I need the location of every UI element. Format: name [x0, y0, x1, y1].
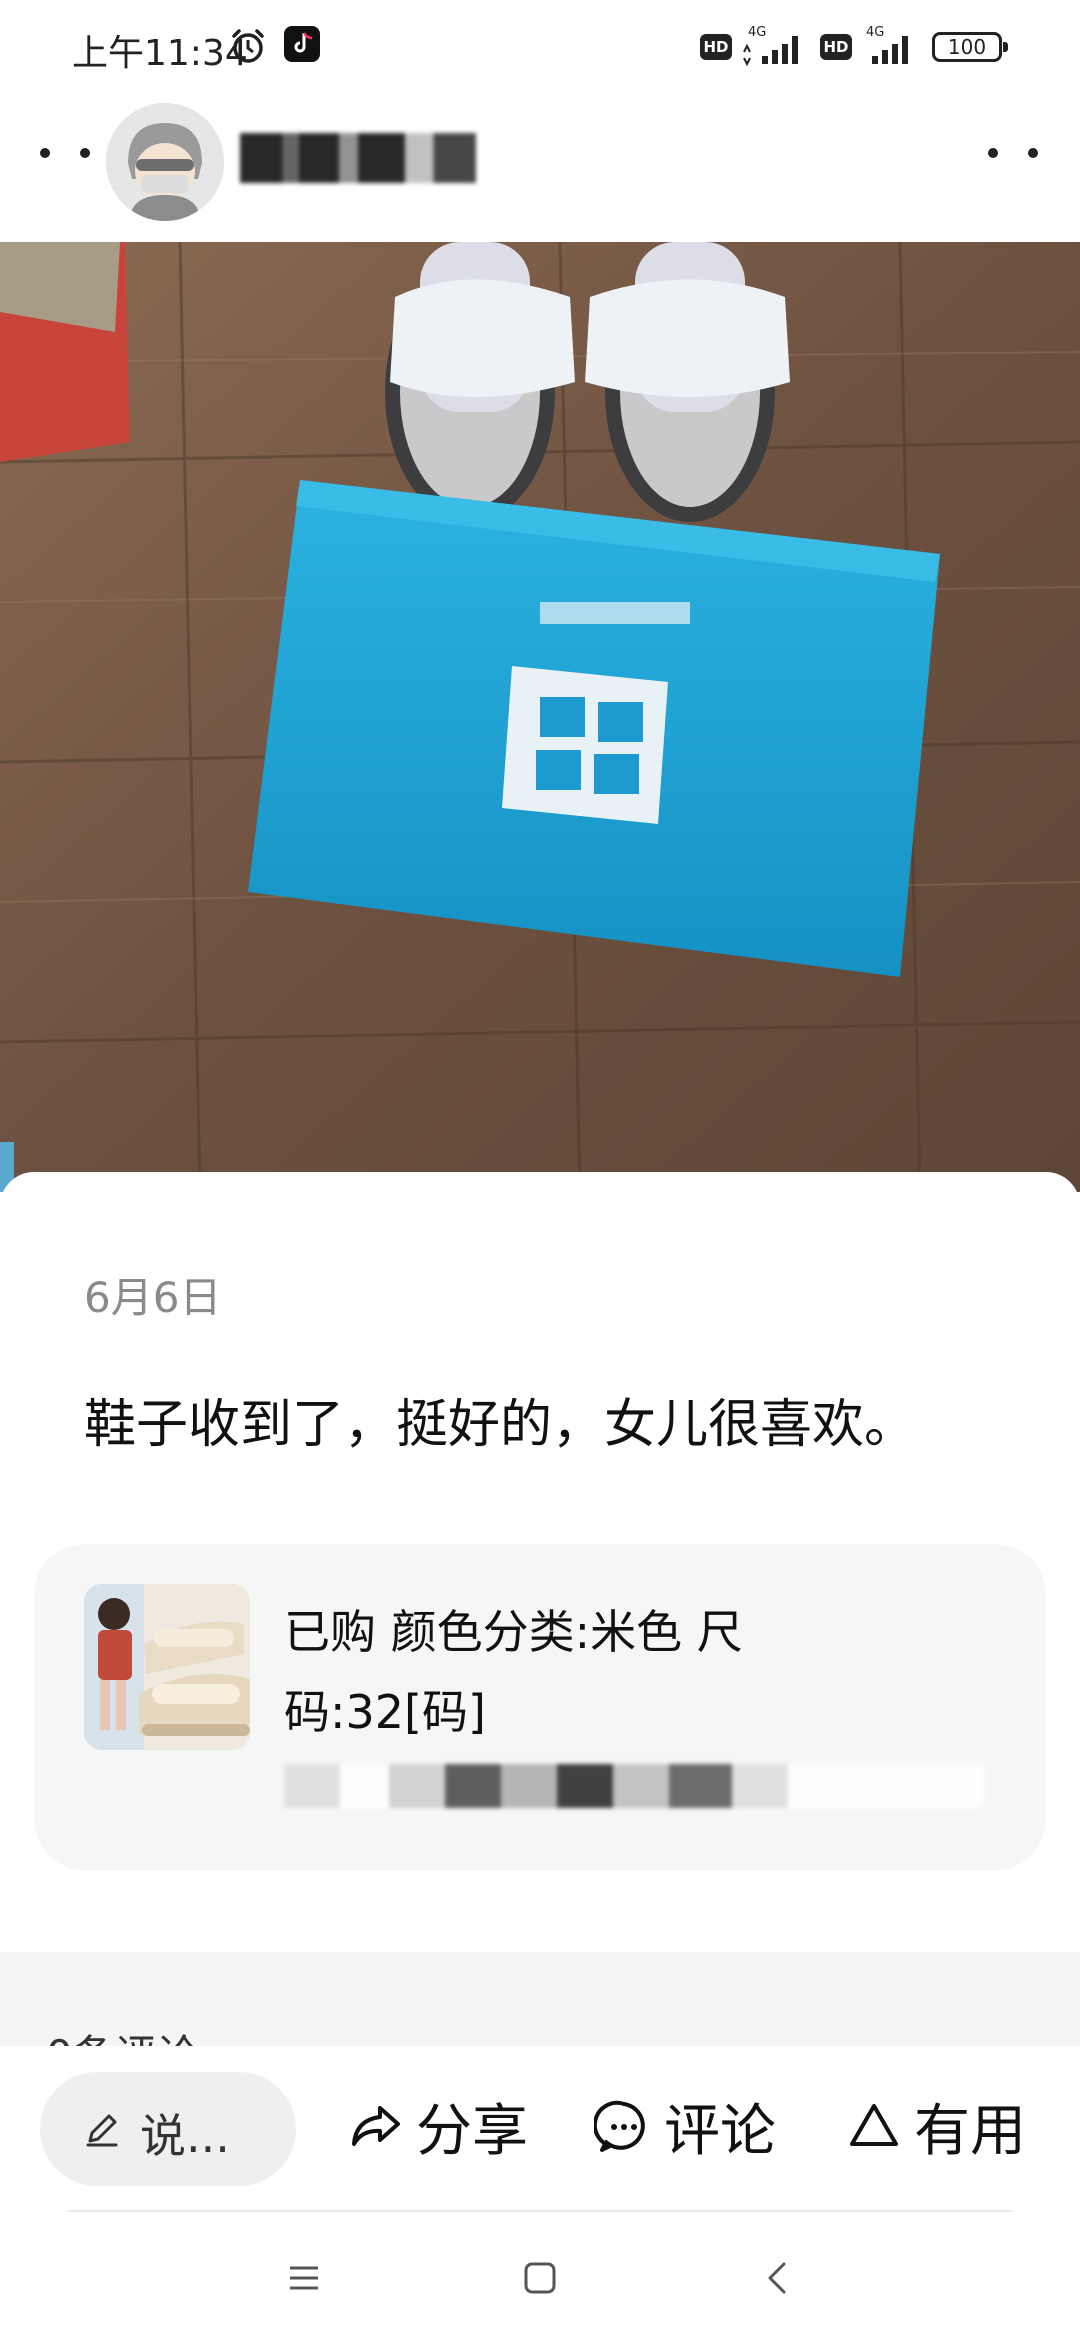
avatar-icon: [106, 103, 224, 221]
pencil-icon: [86, 2114, 118, 2147]
more-icon[interactable]: [40, 141, 90, 165]
username-redacted: [240, 133, 476, 183]
review-photo[interactable]: [0, 242, 1080, 1192]
hd-icon: HD: [820, 34, 852, 60]
comment-button[interactable]: 评论: [594, 2078, 776, 2174]
product-image: [84, 1584, 250, 1750]
share-button[interactable]: 分享: [346, 2078, 528, 2174]
alarm-icon: [232, 29, 264, 63]
signal-icon: 4G: [743, 25, 798, 66]
back-icon[interactable]: [756, 2256, 800, 2300]
useful-label: 有用: [914, 2098, 1026, 2164]
app-notification-icon: [284, 26, 320, 62]
review-photo-image: [0, 242, 1080, 1192]
dot: [1028, 148, 1038, 158]
menu-icon[interactable]: [282, 2256, 326, 2300]
comment-icon: [594, 2100, 645, 2152]
battery-icon: 100: [932, 32, 1008, 62]
dot: [80, 148, 90, 158]
purchase-info: 已购 颜色分类:米色 尺码:32[码]: [284, 1605, 743, 1739]
useful-button[interactable]: 有用: [844, 2078, 1026, 2174]
system-nav-bar: [0, 2214, 1080, 2340]
svg-text:4G: 4G: [748, 25, 766, 40]
divider: [68, 2210, 1012, 2212]
comment-input[interactable]: 说...: [40, 2072, 296, 2186]
avatar[interactable]: [106, 103, 224, 221]
more-options-icon[interactable]: [988, 141, 1038, 165]
review-text: 鞋子收到了，挺好的，女儿很喜欢。: [84, 1395, 917, 1455]
svg-text:4G: 4G: [866, 25, 884, 40]
dot: [988, 148, 998, 158]
status-time: 上午11:34: [72, 33, 248, 74]
share-icon: [352, 2106, 400, 2146]
product-card[interactable]: 已购 颜色分类:米色 尺码:32[码]: [34, 1544, 1046, 1870]
signal-icon: 4G: [866, 25, 908, 64]
comment-label: 评论: [664, 2098, 776, 2164]
comment-input-placeholder: 说...: [140, 2109, 230, 2163]
share-label: 分享: [416, 2098, 528, 2164]
home-icon[interactable]: [518, 2256, 562, 2300]
hd-icon: HD: [700, 34, 732, 60]
product-title-redacted: [284, 1764, 984, 1808]
triangle-icon: [850, 2104, 898, 2146]
bottom-action-bar: 说... 分享 评论 有用: [0, 2046, 1080, 2212]
dot: [40, 148, 50, 158]
product-thumbnail: [84, 1584, 250, 1750]
status-bar: 上午11:34 HD 4G HD 4G 100: [0, 0, 1080, 95]
post-date: 6月6日: [84, 1273, 222, 1322]
post-header: [0, 95, 1080, 242]
